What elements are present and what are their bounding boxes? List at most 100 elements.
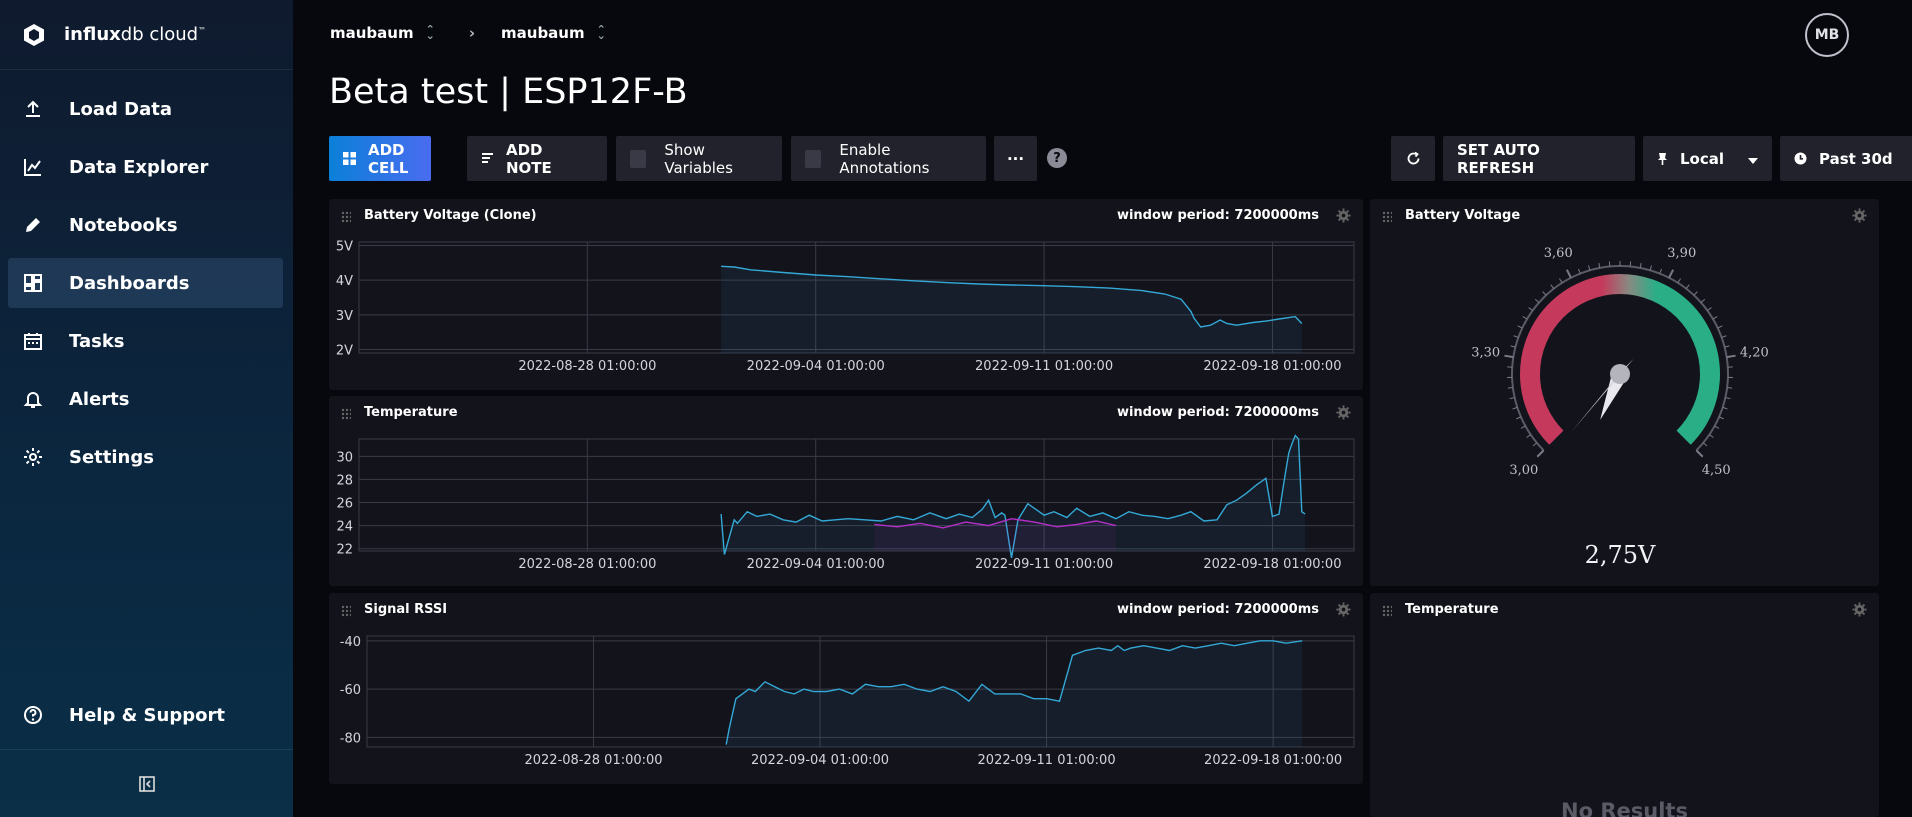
gauge-tick [1709,434,1714,438]
y-tick-label: 28 [336,473,353,488]
drag-handle-icon[interactable] [341,211,351,223]
sort-icon: ⌃ ⌄ [425,23,435,42]
add-cell-button[interactable]: ADD CELL [329,136,431,181]
grid-icon [343,152,356,165]
logo-text-rest: db cloud [120,24,199,45]
window-period-label: window period: 7200000ms [1116,405,1319,420]
gauge-tick [1712,316,1718,320]
gauge-tick [1565,269,1572,279]
gauge-tick [1695,449,1704,458]
time-range-value: Past 30d [1819,149,1893,168]
gauge-tick [1534,298,1540,303]
logo[interactable]: influxdb cloud™ [0,0,293,70]
gauge-tick [1507,387,1513,389]
y-tick-label: 22 [336,543,353,558]
collapse-icon [138,775,155,792]
gauge-tick [1702,442,1708,447]
collapse-sidebar-button[interactable] [0,749,293,817]
gauge-tick [1714,425,1720,429]
y-tick-label: 3V [336,309,353,324]
refresh-button[interactable] [1391,136,1435,181]
gauge-tick [1668,269,1675,279]
gauge-tick [1528,307,1533,311]
gauge-tick [1517,325,1523,329]
y-tick-label: 2V [336,344,353,359]
gauge-tick [1727,387,1733,389]
x-tick-label: 2022-09-04 01:00:00 [747,359,885,374]
clock-icon [1794,152,1807,165]
pencil-icon [22,214,44,236]
chart-battery-voltage-clone: 2V 3V 4V 5V 2022-08-28 01:00:00 2022-09-04 01… [336,239,1355,374]
gauge-tick [1717,325,1723,329]
drag-handle-icon[interactable] [1382,211,1392,223]
dashboards-icon [22,272,44,294]
cell-battery-voltage-gauge: 3,00 3,30 3,60 3,90 4,20 4,50 2,75V Battery Vo… [1370,199,1879,586]
timezone-dropdown[interactable]: Local [1643,136,1772,181]
chart-temperature: 22 24 26 28 30 2022-08-28 01:00:00 2022-09-04 … [336,434,1355,572]
more-options-button[interactable]: ··· [994,136,1037,181]
set-auto-refresh-button[interactable]: SET AUTO REFRESH [1443,136,1635,181]
no-results-message: No Results [1561,799,1688,817]
note-icon [481,152,494,165]
x-tick-label: 2022-09-04 01:00:00 [751,753,889,768]
enable-annotations-toggle[interactable]: Enable Annotations [791,136,986,181]
cell-gear-icon[interactable] [1336,208,1351,223]
nav-label: Alerts [69,388,130,410]
nav-item-alerts[interactable]: Alerts [8,374,283,424]
nav-item-help-support[interactable]: Help & Support [8,690,283,740]
nav-item-notebooks[interactable]: Notebooks [8,200,283,250]
bell-icon [22,388,44,410]
y-tick-label: 4V [336,274,353,289]
cell-temperature-2: Temperature No Results [1370,593,1879,817]
gauge-tick [1726,354,1736,359]
y-tick-label: -60 [340,683,361,698]
checkbox-icon [805,149,822,168]
bucket-switcher[interactable]: maubaum ⌃ ⌄ [501,24,606,42]
add-note-label: ADD NOTE [506,140,552,177]
help-icon[interactable]: ? [1047,148,1067,168]
enable-annotations-label: Enable Annotations [839,140,930,177]
gauge-tick-label: 3,00 [1509,463,1538,478]
y-tick-label: -40 [340,635,361,650]
drag-handle-icon[interactable] [341,605,351,617]
app: influxdb cloud™ Load Data Data Explorer … [0,0,1912,817]
drag-handle-icon[interactable] [341,408,351,420]
cell-gear-icon[interactable] [1852,208,1867,223]
dashboard-toolbar: ADD CELL ADD NOTE Show Variables Enable … [329,136,1912,181]
window-period-label: window period: 7200000ms [1116,602,1319,617]
nav-item-load-data[interactable]: Load Data [8,84,283,134]
x-tick-label: 2022-09-18 01:00:00 [1203,359,1341,374]
gauge-tick-label: 3,60 [1544,246,1573,261]
calendar-icon [22,330,44,352]
add-note-button[interactable]: ADD NOTE [467,136,607,181]
logo-text: influxdb cloud™ [64,24,206,45]
nav-label: Data Explorer [69,156,209,178]
cell-gear-icon[interactable] [1336,405,1351,420]
gear-icon [22,446,44,468]
cell-title: Signal RSSI [364,602,448,617]
cell-signal-rssi: -80 -60 -40 2022-08-28 01:00:00 2022-09-04 0… [329,593,1363,784]
x-tick-label: 2022-08-28 01:00:00 [524,753,662,768]
nav-label: Load Data [69,98,172,120]
gauge-tick [1542,291,1547,296]
nav-item-tasks[interactable]: Tasks [8,316,283,366]
gauge-tick [1520,425,1526,429]
nav-item-settings[interactable]: Settings [8,432,283,482]
nav-item-dashboards[interactable]: Dashboards [8,258,283,308]
time-range-dropdown[interactable]: Past 30d [1780,136,1912,181]
cell-battery-voltage-clone: 2V 3V 4V 5V 2022-08-28 01:00:00 2022-09-04 01… [329,199,1363,390]
cell-title: Battery Voltage [1405,208,1521,223]
cell-gear-icon[interactable] [1336,602,1351,617]
x-tick-label: 2022-09-18 01:00:00 [1203,557,1341,572]
org-switcher[interactable]: maubaum ⌃ ⌄ [330,24,435,42]
y-tick-label: 24 [336,520,353,535]
nav-label: Help & Support [69,704,225,726]
gauge-tick [1693,291,1698,296]
refresh-icon [1407,151,1419,165]
nav-item-data-explorer[interactable]: Data Explorer [8,142,283,192]
y-tick-label: 5V [336,239,353,254]
cell-gear-icon[interactable] [1852,602,1867,617]
drag-handle-icon[interactable] [1382,605,1392,617]
show-variables-toggle[interactable]: Show Variables [616,136,782,181]
user-avatar[interactable]: MB [1805,13,1849,57]
